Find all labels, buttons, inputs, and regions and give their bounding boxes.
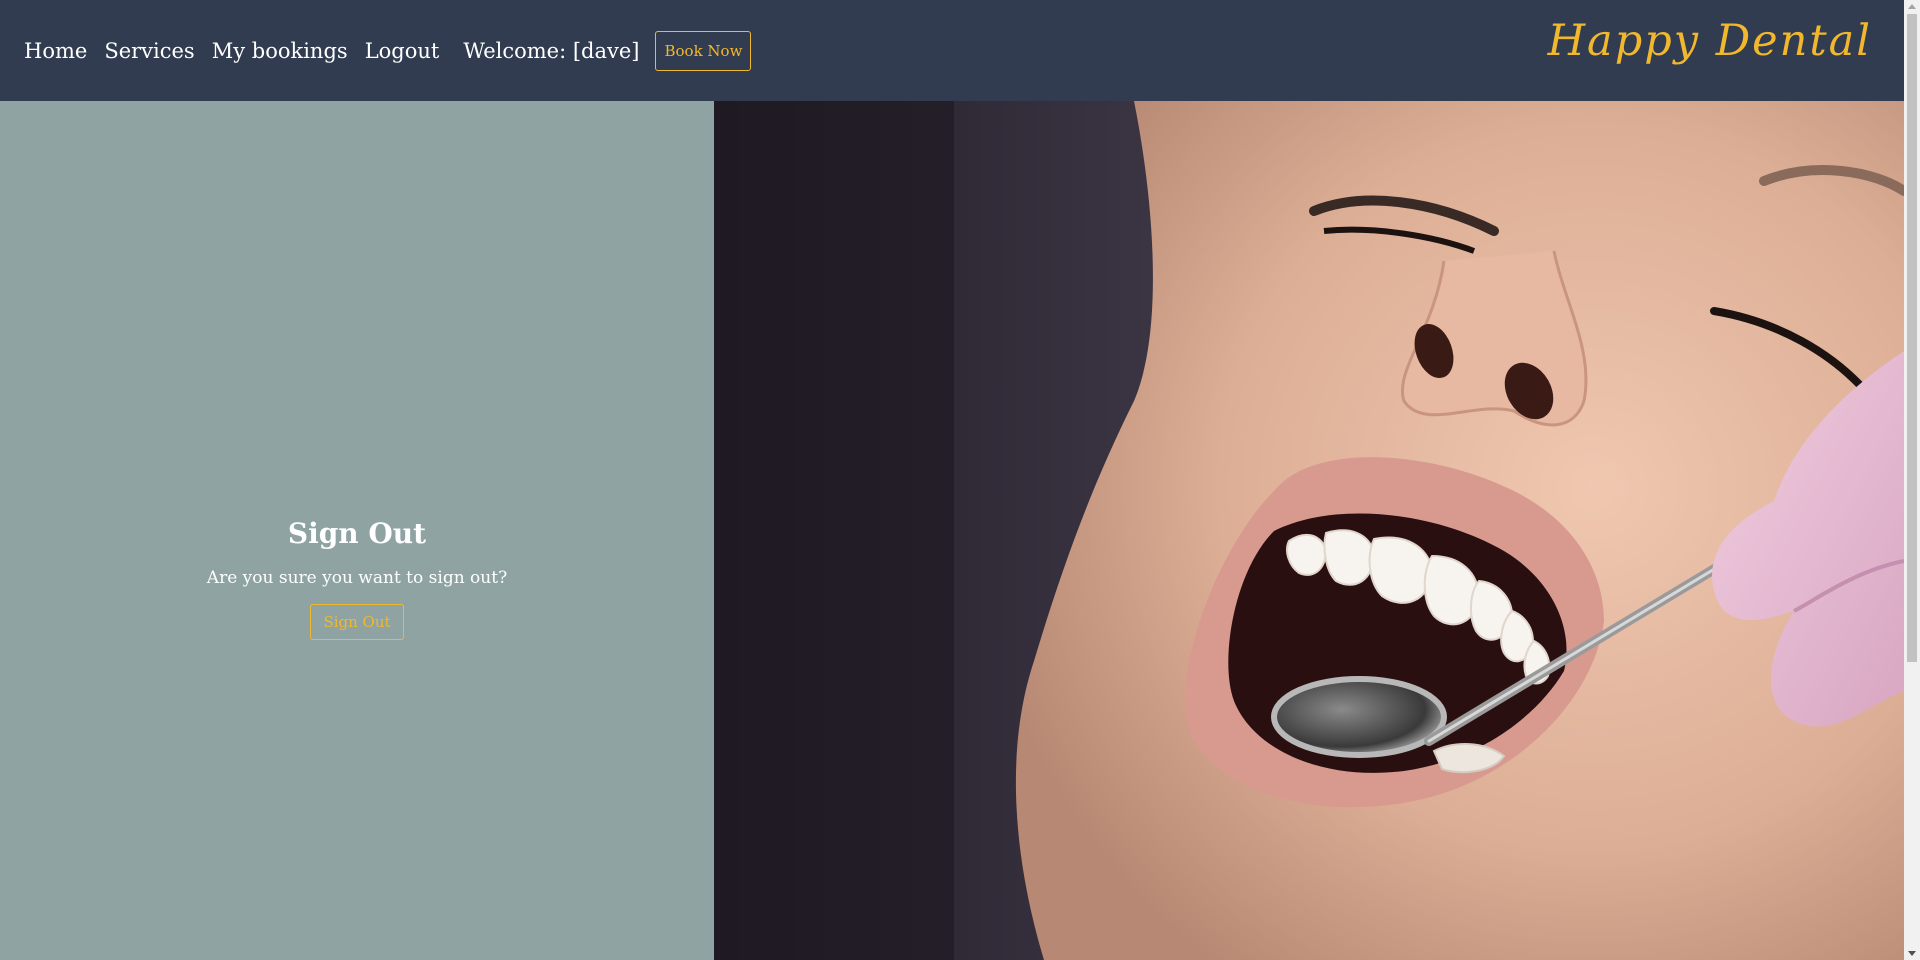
hero-image xyxy=(714,101,1904,960)
signout-title: Sign Out xyxy=(287,517,427,550)
welcome-text: Welcome: [dave] xyxy=(463,38,640,63)
nav-link-home[interactable]: Home xyxy=(24,39,87,63)
nav-link-my-bookings[interactable]: My bookings xyxy=(212,39,348,63)
scroll-down-arrow-icon[interactable] xyxy=(1908,951,1916,956)
signout-button[interactable]: Sign Out xyxy=(310,604,404,640)
nav-link-services[interactable]: Services xyxy=(104,39,194,63)
navbar: Home Services My bookings Logout Welcome… xyxy=(0,0,1904,101)
scroll-up-arrow-icon[interactable] xyxy=(1908,4,1916,9)
dental-checkup-photo-icon xyxy=(714,101,1904,960)
book-now-button[interactable]: Book Now xyxy=(655,30,752,71)
page: Home Services My bookings Logout Welcome… xyxy=(0,0,1920,960)
nav-link-logout[interactable]: Logout xyxy=(365,39,440,63)
page-scrollbar[interactable] xyxy=(1904,0,1920,960)
scroll-thumb[interactable] xyxy=(1907,14,1917,662)
brand-logo[interactable]: Happy Dental xyxy=(1548,16,1872,66)
nav-links: Home Services My bookings Logout Welcome… xyxy=(24,0,752,101)
signout-panel: Sign Out Are you sure you want to sign o… xyxy=(0,101,714,960)
signout-message: Are you sure you want to sign out? xyxy=(206,568,508,588)
signout-box: Sign Out Are you sure you want to sign o… xyxy=(0,517,714,640)
